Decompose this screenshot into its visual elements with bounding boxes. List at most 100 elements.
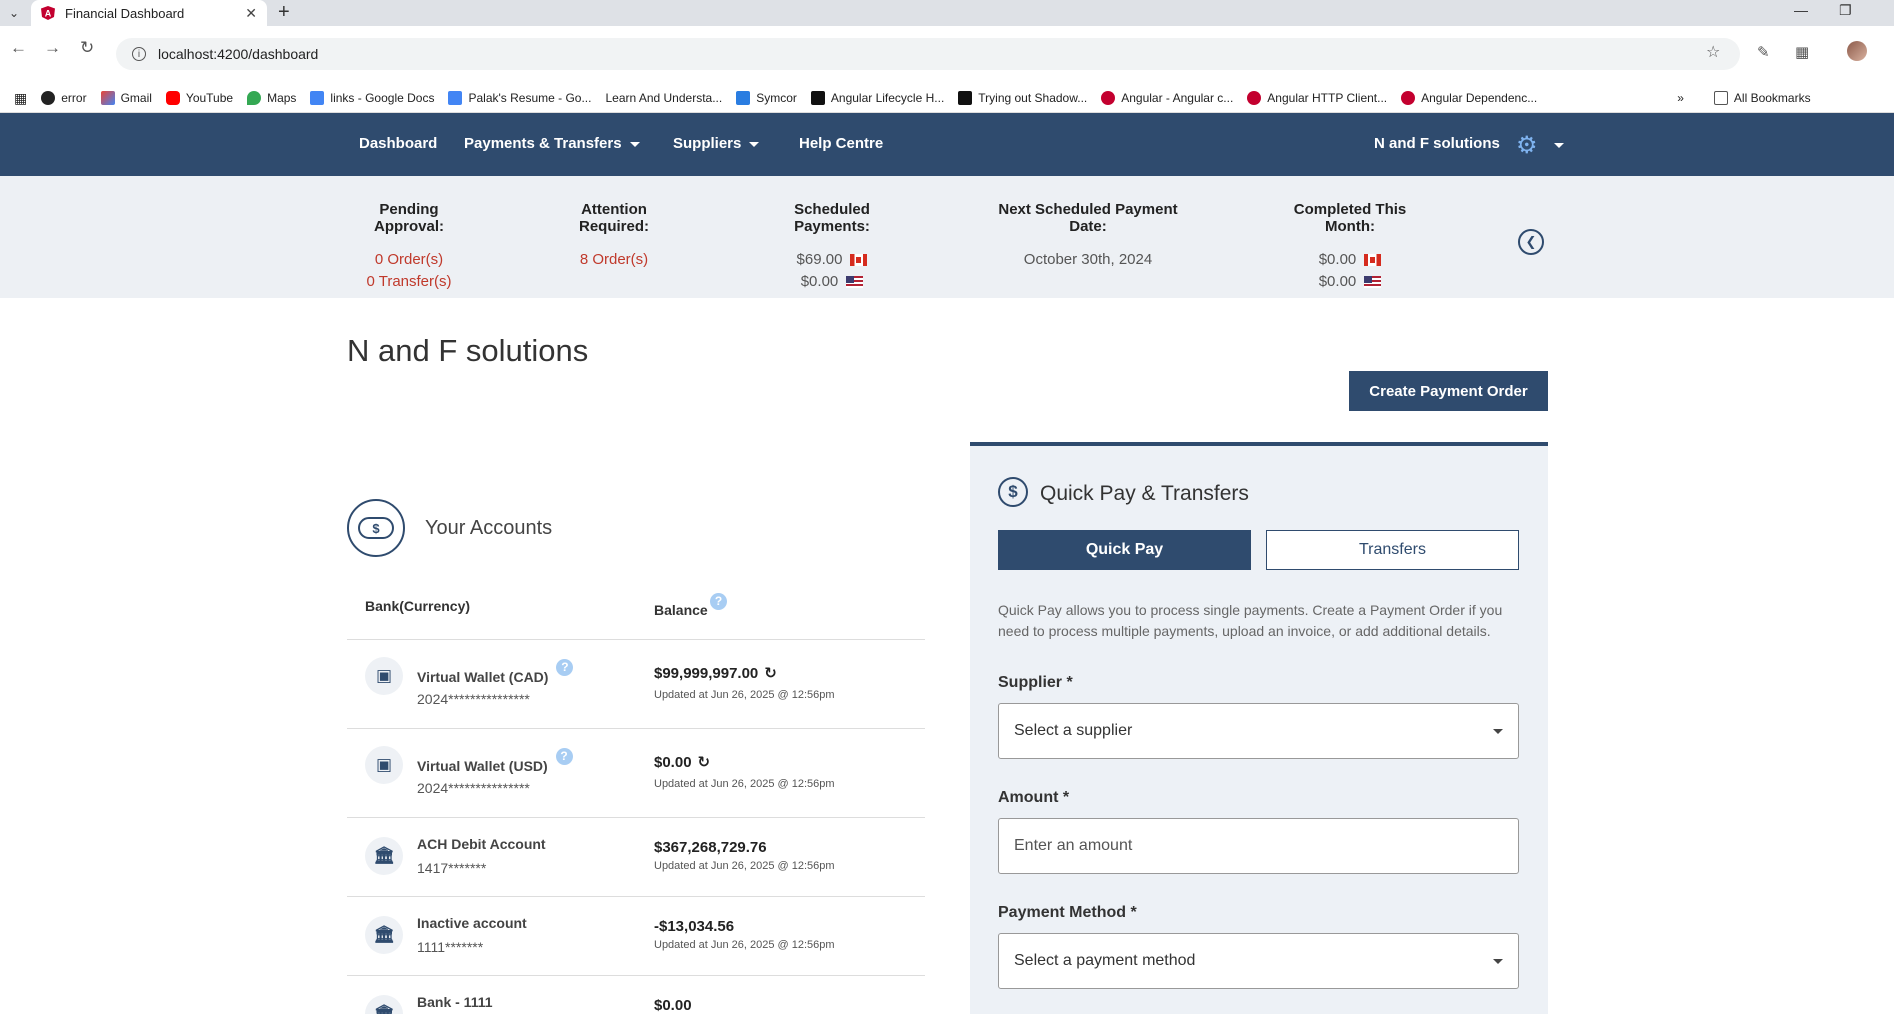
bookmark-item[interactable]: YouTube (165, 91, 233, 105)
tab-transfers[interactable]: Transfers (1266, 530, 1519, 570)
quick-pay-title: Quick Pay & Transfers (1040, 482, 1249, 505)
close-tab-icon[interactable]: ✕ (245, 5, 257, 22)
extensions-puzzle-icon[interactable]: ▦ (1795, 43, 1809, 61)
refresh-icon[interactable]: ↻ (698, 754, 711, 771)
attention-orders-link[interactable]: 8 Order(s) (549, 249, 679, 271)
bank-icon: 🏛 (365, 995, 403, 1014)
browser-tab[interactable]: A Financial Dashboard ✕ (31, 0, 267, 26)
wallet-icon: ▣ (365, 657, 403, 695)
page-title: N and F solutions (347, 333, 589, 368)
quick-pay-description: Quick Pay allows you to process single p… (998, 602, 1503, 639)
bookmark-item[interactable]: Maps (247, 91, 296, 105)
gear-icon[interactable]: ⚙ (1516, 131, 1538, 160)
site-info-icon[interactable]: i (132, 47, 146, 61)
tab-search-chevron-icon[interactable]: ⌄ (4, 3, 24, 23)
more-bookmarks-chevron-icon[interactable]: » (1677, 91, 1684, 105)
pending-approval: Pending Approval: 0 Order(s) 0 Transfer(… (347, 201, 471, 293)
chevron-down-icon (629, 141, 640, 147)
pending-transfers-link[interactable]: 0 Transfer(s) (347, 271, 471, 293)
bookmark-star-icon[interactable]: ☆ (1706, 42, 1720, 62)
summary-strip: Pending Approval: 0 Order(s) 0 Transfer(… (0, 176, 1894, 298)
account-help-icon[interactable]: ? (555, 748, 573, 765)
nav-dashboard[interactable]: Dashboard (359, 135, 437, 152)
nav-help-centre[interactable]: Help Centre (799, 135, 883, 152)
attention-required: Attention Required: 8 Order(s) (549, 201, 679, 271)
quick-pay-panel: $ Quick Pay & Transfers Quick Pay Transf… (970, 442, 1548, 1014)
bank-icon: 🏛 (365, 837, 403, 875)
new-tab-plus-icon[interactable]: + (278, 1, 290, 24)
back-arrow-icon[interactable]: ← (10, 38, 27, 58)
completed-cad: $0.00 (1271, 249, 1429, 271)
nav-payments-transfers[interactable]: Payments & Transfers (464, 135, 640, 152)
wallet-dollar-icon: $ (347, 499, 405, 557)
bookmark-item[interactable]: links - Google Docs (310, 91, 434, 105)
account-row[interactable]: ▣ Virtual Wallet (CAD) ? 2024***********… (347, 639, 925, 728)
bookmark-item[interactable]: error (41, 91, 87, 105)
google-docs-icon (448, 91, 463, 105)
canada-flag-icon (1364, 254, 1382, 267)
bookmark-item[interactable]: Gmail (100, 91, 152, 105)
symcor-icon (736, 91, 751, 105)
apps-grid-icon[interactable]: ▦ (14, 90, 27, 107)
dropdown-arrow-icon (1493, 958, 1503, 964)
dropdown-arrow-icon (1493, 728, 1503, 734)
nav-suppliers[interactable]: Suppliers (673, 135, 760, 152)
tab-quick-pay[interactable]: Quick Pay (998, 530, 1251, 570)
all-bookmarks-folder[interactable]: All Bookmarks (1713, 91, 1811, 105)
angular-icon (1401, 91, 1416, 105)
account-row[interactable]: ▣ Virtual Wallet (USD) ? 2024***********… (347, 728, 925, 817)
restore-icon[interactable]: ❐ (1839, 2, 1852, 19)
gmail-icon (100, 91, 115, 105)
maps-pin-icon (247, 91, 262, 105)
balance-help-icon[interactable]: ? (710, 593, 727, 610)
bookmark-item[interactable]: Trying out Shadow... (958, 91, 1087, 105)
bookmark-item[interactable]: Angular Lifecycle H... (810, 91, 944, 105)
payment-method-label: Payment Method * (998, 904, 1137, 921)
collapse-summary-chevron-left-icon[interactable]: ❮ (1518, 229, 1544, 255)
bookmark-item[interactable]: Symcor (736, 91, 797, 105)
angular-icon (1101, 91, 1116, 105)
create-payment-order-button[interactable]: Create Payment Order (1349, 371, 1548, 411)
nav-company-name: N and F solutions (1374, 135, 1500, 152)
accounts-title: Your Accounts (425, 517, 553, 539)
chevron-down-icon (749, 141, 760, 147)
forward-arrow-icon[interactable]: → (44, 38, 61, 58)
bookmark-item[interactable]: Angular HTTP Client... (1247, 91, 1387, 105)
scheduled-label: Scheduled Payments: (794, 201, 870, 235)
bookmark-item[interactable]: Angular - Angular c... (1101, 91, 1233, 105)
youtube-icon (165, 91, 180, 105)
scheduled-cad: $69.00 (759, 249, 905, 271)
app-top-nav: Dashboard Payments & Transfers Suppliers… (0, 113, 1894, 176)
reload-icon[interactable]: ↻ (80, 38, 94, 58)
payment-method-select[interactable]: Select a payment method (998, 933, 1519, 989)
amount-input[interactable]: Enter an amount (998, 818, 1519, 874)
address-bar-row: ← → ↻ i localhost:4200/dashboard ☆ ✎ ▦ (0, 26, 1894, 84)
next-scheduled-date: Next Scheduled Payment Date: October 30t… (984, 201, 1192, 271)
bookmark-item[interactable]: Angular Dependenc... (1401, 91, 1537, 105)
pen-extension-icon[interactable]: ✎ (1757, 43, 1770, 61)
account-row[interactable]: 🏛 Inactive account 1111******* -$13,034.… (347, 896, 925, 975)
profile-avatar[interactable] (1847, 41, 1867, 61)
url-field[interactable]: i localhost:4200/dashboard (116, 38, 1740, 70)
account-row[interactable]: 🏛 Bank - 1111 $0.00 (347, 975, 925, 1014)
bookmark-item[interactable]: Palak's Resume - Go... (448, 91, 591, 105)
supplier-select[interactable]: Select a supplier (998, 703, 1519, 759)
medium-icon (810, 91, 825, 105)
completed-this-month: Completed This Month: $0.00 $0.00 (1271, 201, 1429, 293)
col-header-balance: Balance (654, 602, 708, 618)
minimize-icon[interactable]: — (1794, 2, 1808, 18)
bookmark-item[interactable]: Learn And Understa... (605, 91, 722, 105)
angular-icon (1247, 91, 1262, 105)
refresh-icon[interactable]: ↻ (764, 665, 777, 682)
dollar-circle-icon: $ (998, 477, 1028, 507)
next-date-label: Next Scheduled Payment Date: (998, 201, 1178, 235)
wallet-icon: ▣ (365, 746, 403, 784)
account-help-icon[interactable]: ? (556, 659, 574, 676)
supplier-label: Supplier * (998, 674, 1073, 691)
folder-icon (1713, 91, 1728, 105)
settings-chevron-down-icon[interactable] (1554, 143, 1564, 148)
pending-orders-link[interactable]: 0 Order(s) (347, 249, 471, 271)
account-row[interactable]: 🏛 ACH Debit Account 1417******* $367,268… (347, 817, 925, 896)
svg-text:A: A (45, 9, 52, 19)
next-date-value: October 30th, 2024 (1023, 251, 1153, 268)
